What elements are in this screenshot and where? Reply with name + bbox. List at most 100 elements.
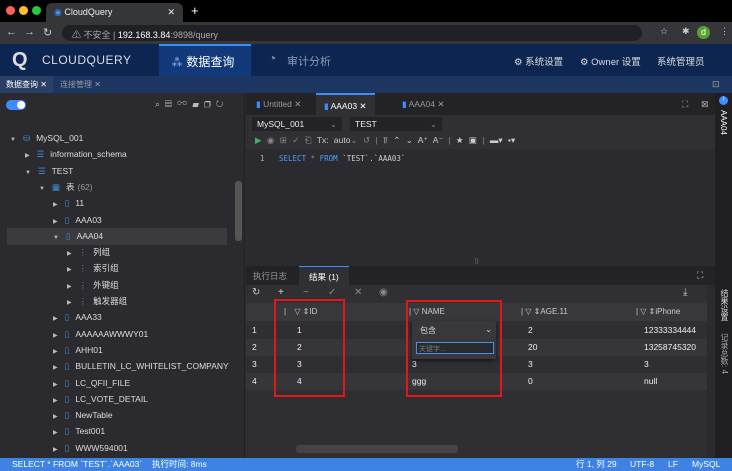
tree-item[interactable]: ▶ ⋮ 外键组 [67, 277, 119, 294]
status-language[interactable]: MySQL [692, 458, 720, 471]
table-cell[interactable]: 12333334444 [644, 322, 696, 339]
editor-tab-aaa04[interactable]: ▮ AAA04 ✕ [394, 93, 453, 115]
expand-arrow-icon[interactable]: ▶ [53, 202, 58, 208]
table-cell[interactable]: 13258745320 [644, 339, 696, 356]
grid-horizontal-scrollbar[interactable] [296, 445, 458, 453]
favorite-icon[interactable]: ★ [456, 135, 464, 145]
lowercase-icon[interactable]: A⁻ [433, 135, 443, 145]
reload-icon[interactable]: ↻ [43, 26, 52, 39]
fullscreen-results-icon[interactable]: ⛶ [697, 270, 703, 281]
expand-arrow-icon[interactable]: ▶ [53, 316, 58, 322]
table-cell[interactable]: 3 [528, 356, 533, 373]
url-input[interactable]: ⚠ 不安全 | 192.168.3.84:9898/query [62, 25, 642, 41]
tree-item[interactable]: ▶ ▯ NewTable [53, 407, 113, 424]
connection-select[interactable]: MySQL_001 ⌄ [252, 117, 342, 131]
format-icon[interactable]: ⫪ [383, 135, 388, 145]
confirm-icon[interactable]: ✓ [328, 287, 336, 298]
tree-item[interactable]: ▼ ☰ TEST [25, 163, 73, 180]
expand-arrow-icon[interactable]: ▶ [53, 398, 58, 404]
stop-icon[interactable]: ◉ [267, 135, 274, 145]
tree-item[interactable]: ▶ ⋮ 列组 [67, 244, 110, 261]
undo-icon[interactable]: ↺ [363, 135, 370, 145]
save-icon[interactable]: ▪▾ [508, 135, 515, 145]
nav-owner-settings[interactable]: ⚙ Owner 设置 [580, 54, 641, 68]
open-file-icon[interactable]: ▬▾ [490, 135, 503, 145]
tree-item[interactable]: ▶ ▯ BULLETIN_LC_WHITELIST_COMPANY [53, 358, 229, 375]
tree-item[interactable]: ▶ ▯ WWW594001 [53, 440, 128, 457]
nav-data-query[interactable]: ⁂ 数据查询 [159, 44, 251, 76]
collapse-arrow-icon[interactable]: ▼ [10, 137, 16, 143]
expand-arrow-icon[interactable]: ▶ [67, 251, 72, 257]
view-icon[interactable]: ◉ [379, 287, 388, 298]
theme-toggle[interactable] [6, 100, 26, 110]
nav-audit[interactable]: 审计分析 [287, 53, 331, 69]
nav-system-settings[interactable]: ⚙ 系统设置 [514, 54, 563, 68]
expand-arrow-icon[interactable]: ▶ [53, 414, 58, 420]
expand-arrow-icon[interactable]: ▶ [67, 300, 72, 306]
tree-item[interactable]: ▶ ☰ information_schema [25, 146, 127, 163]
uppercase-icon[interactable]: A⁺ [418, 135, 428, 145]
tree-item[interactable]: ▶ ▯ AAA03 [53, 212, 102, 229]
refresh-icon[interactable]: ↻ [252, 287, 260, 298]
tree-item[interactable]: ▶ ⋮ 索引组 [67, 260, 119, 277]
tree-item[interactable]: ▶ ▯ AAA33 [53, 309, 102, 326]
collapse-arrow-icon[interactable]: ▼ [25, 170, 31, 176]
collapse-arrow-icon[interactable]: ▼ [39, 186, 45, 192]
tree-item[interactable]: ▶ ▯ LC_QFII_FILE [53, 375, 130, 392]
tree-item[interactable]: ▼ ⛁ MySQL_001 [10, 130, 83, 147]
explain-icon[interactable]: ⊞ [280, 135, 287, 145]
snippet-icon[interactable]: ▣ [469, 135, 477, 145]
tree-item[interactable]: ▶ ▯ Test001 [53, 423, 105, 440]
close-tab-icon[interactable]: ✕ [167, 7, 175, 18]
status-eol[interactable]: LF [668, 458, 678, 471]
tree-item[interactable]: ▼ ▦ 表 (62) [39, 179, 93, 196]
fullscreen-icon[interactable]: ⛶ [682, 99, 688, 110]
column-header-iphone[interactable]: | ▽ ⇕iPhone [636, 307, 680, 316]
expand-icon[interactable]: ⌃ [393, 135, 400, 145]
expand-arrow-icon[interactable]: ▶ [53, 349, 58, 355]
refresh-icon[interactable]: ↻ [216, 99, 229, 109]
column-header-age[interactable]: | ▽ ⇕AGE.11 [521, 307, 568, 316]
object-panel-tab[interactable]: AAA04 [719, 110, 728, 135]
close-all-icon[interactable]: ⊡ [712, 79, 720, 90]
sql-editor[interactable]: 1 SELECT * FROM `TEST`.`AAA03` ⠿ [246, 149, 715, 266]
expand-arrow-icon[interactable]: ▶ [53, 447, 58, 453]
back-icon[interactable]: ← [6, 26, 17, 38]
page-tab-data-query[interactable]: 数据查询 ✕ [0, 76, 53, 93]
minimize-window-button[interactable] [19, 6, 28, 15]
close-editor-icon[interactable]: ⊠ [701, 99, 709, 110]
add-row-icon[interactable]: + [278, 287, 284, 298]
table-cell[interactable]: 20 [528, 339, 537, 356]
database-select[interactable]: TEST ⌄ [350, 117, 442, 131]
close-window-button[interactable] [6, 6, 15, 15]
tx-mode-select[interactable]: Tx: auto [317, 135, 351, 145]
tree-item[interactable]: ▶ ▯ LC_VOTE_DETAIL [53, 391, 148, 408]
expand-arrow-icon[interactable]: ▶ [25, 153, 30, 159]
tree-item[interactable]: ▶ ▯ AHH01 [53, 342, 103, 359]
expand-arrow-icon[interactable]: ▶ [67, 284, 72, 290]
new-tab-button[interactable]: + [191, 3, 199, 18]
delete-row-icon[interactable]: − [303, 287, 309, 298]
table-cell[interactable]: 3 [644, 356, 649, 373]
collapse-icon[interactable]: ❐ [204, 99, 216, 109]
run-icon[interactable]: ▶ [255, 135, 262, 145]
expand-arrow-icon[interactable]: ▶ [53, 382, 58, 388]
maximize-window-button[interactable] [32, 6, 41, 15]
share-icon[interactable]: ⚯ [177, 99, 192, 109]
search-icon[interactable]: ⌕ [155, 99, 165, 109]
table-cell[interactable]: 0 [528, 373, 533, 390]
status-encoding[interactable]: UTF-8 [630, 458, 654, 471]
star-icon[interactable]: ☆ [660, 26, 668, 37]
table-cell[interactable]: 2 [528, 322, 533, 339]
table-cell[interactable]: null [644, 373, 657, 390]
editor-tab-untitled[interactable]: ▮ Untitled ✕ [248, 93, 309, 115]
collapse-icon[interactable]: ⌄ [406, 135, 413, 145]
menu-icon[interactable]: ⋮ [720, 26, 729, 37]
expand-arrow-icon[interactable]: ▶ [53, 333, 58, 339]
page-tab-connections[interactable]: 连接管理 ✕ [54, 76, 107, 93]
expand-arrow-icon[interactable]: ▶ [53, 430, 58, 436]
user-menu[interactable]: 系统管理员 [657, 54, 705, 68]
expand-arrow-icon[interactable]: ▶ [53, 219, 58, 225]
export-icon[interactable]: ⤓ [683, 287, 687, 298]
cancel-icon[interactable]: ✕ [354, 287, 362, 298]
